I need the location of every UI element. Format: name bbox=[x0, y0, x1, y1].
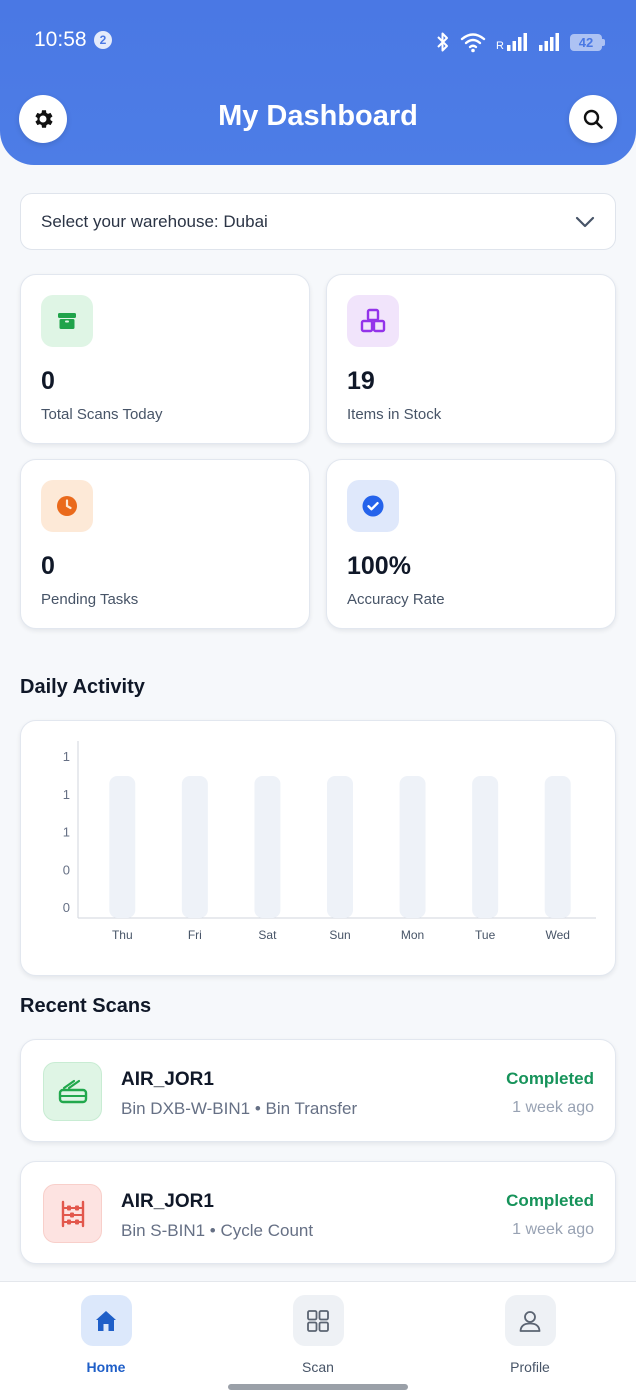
scan-status-badge: Completed bbox=[506, 1069, 594, 1088]
chevron-down-icon bbox=[575, 216, 595, 227]
daily-activity-title: Daily Activity bbox=[20, 676, 145, 698]
clock-icon bbox=[57, 496, 77, 516]
stat-value: 100% bbox=[347, 552, 411, 580]
stat-value: 0 bbox=[41, 367, 55, 395]
warehouse-select[interactable]: Select your warehouse: Dubai bbox=[20, 193, 616, 250]
search-button[interactable] bbox=[569, 95, 617, 143]
nav-icon-wrap bbox=[504, 1295, 556, 1346]
nav-item-scan[interactable]: Scan bbox=[263, 1295, 373, 1375]
stat-value: 0 bbox=[41, 552, 55, 580]
bar-track bbox=[399, 776, 426, 918]
status-bar: 10:58 2 R 42 bbox=[34, 28, 605, 56]
bottom-navigation: Home Scan Profile bbox=[0, 1281, 636, 1400]
stat-card-accuracy-rate[interactable]: 100% Accuracy Rate bbox=[326, 459, 616, 629]
notification-badge: 2 bbox=[94, 31, 112, 49]
stat-value: 19 bbox=[347, 367, 375, 395]
scan-icon-wrap bbox=[43, 1062, 102, 1121]
bar-track bbox=[181, 776, 208, 918]
check-circle-icon bbox=[362, 495, 384, 517]
stat-label: Pending Tasks bbox=[41, 591, 139, 608]
cubes-icon bbox=[360, 308, 386, 333]
transfer-icon bbox=[58, 1079, 87, 1103]
stat-label: Items in Stock bbox=[347, 406, 442, 423]
stat-icon-wrap bbox=[347, 480, 399, 532]
bar-chart: 1 1 1 0 0 Thu Fri Sat Sun Mon Tue Wed bbox=[63, 741, 596, 942]
scan-item-details: Bin DXB-W-BIN1 • Bin Transfer bbox=[121, 1099, 358, 1118]
grid-icon bbox=[307, 1309, 329, 1332]
nav-item-profile[interactable]: Profile bbox=[475, 1295, 585, 1375]
stat-card-items-in-stock[interactable]: 19 Items in Stock bbox=[326, 274, 616, 444]
roaming-indicator: R bbox=[496, 40, 504, 52]
battery-indicator: 42 bbox=[570, 33, 605, 51]
y-tick-label: 1 bbox=[63, 749, 70, 764]
scan-item-name: AIR_JOR1 bbox=[121, 1069, 214, 1090]
bluetooth-icon bbox=[437, 32, 449, 52]
nav-label: Home bbox=[86, 1359, 126, 1375]
stat-label: Total Scans Today bbox=[41, 406, 163, 423]
x-tick-label: Mon bbox=[401, 928, 424, 942]
daily-activity-chart: 1 1 1 0 0 Thu Fri Sat Sun Mon Tue Wed bbox=[20, 720, 616, 976]
bar-track bbox=[109, 776, 136, 918]
nav-icon-wrap bbox=[80, 1295, 132, 1346]
bar-track bbox=[544, 776, 571, 918]
user-icon bbox=[519, 1310, 541, 1332]
stat-icon-wrap bbox=[41, 480, 93, 532]
scan-item-details: Bin S-BIN1 • Cycle Count bbox=[121, 1221, 314, 1240]
status-icons: R 42 bbox=[436, 28, 605, 56]
stat-icon-wrap bbox=[347, 295, 399, 347]
x-tick-label: Wed bbox=[545, 928, 569, 942]
stat-card-pending-tasks[interactable]: 0 Pending Tasks bbox=[20, 459, 310, 629]
page-title: My Dashboard bbox=[218, 100, 418, 132]
signal-icon-2 bbox=[539, 33, 559, 51]
warehouse-select-label: Select your warehouse: Dubai bbox=[41, 211, 268, 231]
x-tick-label: Sun bbox=[329, 928, 350, 942]
x-tick-label: Tue bbox=[475, 928, 496, 942]
search-icon bbox=[583, 109, 603, 129]
y-tick-label: 0 bbox=[63, 862, 70, 877]
box-icon bbox=[58, 313, 76, 329]
header: 10:58 2 R 42 My Dashboard bbox=[0, 0, 636, 165]
nav-icon-wrap bbox=[292, 1295, 344, 1346]
x-tick-label: Thu bbox=[112, 928, 133, 942]
nav-label: Profile bbox=[510, 1359, 550, 1375]
bar-track bbox=[472, 776, 499, 918]
y-tick-label: 1 bbox=[63, 825, 70, 840]
bar-track bbox=[254, 776, 281, 918]
home-icon bbox=[96, 1310, 116, 1331]
signal-icon bbox=[507, 33, 527, 51]
abacus-icon bbox=[61, 1200, 84, 1227]
y-tick-label: 1 bbox=[63, 787, 70, 802]
bar-track bbox=[327, 776, 353, 918]
recent-scans-title: Recent Scans bbox=[20, 995, 152, 1017]
status-time: 10:58 bbox=[34, 28, 87, 51]
nav-item-home[interactable]: Home bbox=[51, 1295, 161, 1375]
scan-status-badge: Completed bbox=[506, 1191, 594, 1210]
home-indicator bbox=[228, 1384, 408, 1390]
recent-scan-item[interactable]: AIR_JOR1 Bin DXB-W-BIN1 • Bin Transfer C… bbox=[20, 1039, 616, 1142]
nav-label: Scan bbox=[302, 1359, 334, 1375]
wifi-icon bbox=[460, 33, 486, 53]
x-tick-label: Sat bbox=[258, 928, 277, 942]
recent-scan-item[interactable]: AIR_JOR1 Bin S-BIN1 • Cycle Count Comple… bbox=[20, 1161, 616, 1264]
x-tick-label: Fri bbox=[188, 928, 202, 942]
stat-label: Accuracy Rate bbox=[347, 591, 445, 608]
scan-timestamp: 1 week ago bbox=[512, 1099, 594, 1116]
y-tick-label: 0 bbox=[63, 900, 70, 915]
stat-card-total-scans[interactable]: 0 Total Scans Today bbox=[20, 274, 310, 444]
scan-item-name: AIR_JOR1 bbox=[121, 1191, 214, 1212]
scan-icon-wrap bbox=[43, 1184, 102, 1243]
scan-timestamp: 1 week ago bbox=[512, 1221, 594, 1238]
stat-icon-wrap bbox=[41, 295, 93, 347]
